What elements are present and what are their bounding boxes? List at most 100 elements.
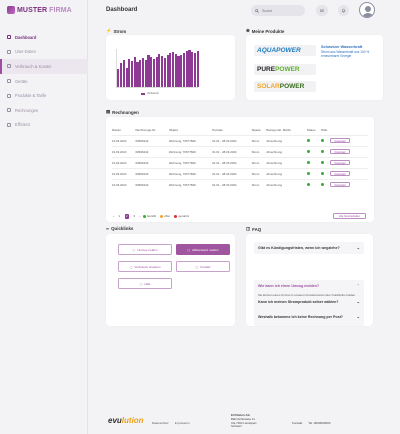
cell-nr: 00996442 bbox=[135, 167, 169, 179]
sidebar-item-verbrauch-kosten[interactable]: Verbrauch & Kosten bbox=[0, 59, 88, 74]
help-icon[interactable] bbox=[320, 139, 324, 142]
page-number[interactable]: 3 bbox=[132, 214, 137, 219]
download-button[interactable]: Download bbox=[329, 182, 350, 188]
column-header[interactable]: Datum bbox=[112, 125, 135, 135]
faq-question: Gibt es Kündigungsfristen, wenn ich wegz… bbox=[258, 246, 340, 250]
sidebar-item-effizienz[interactable]: Effizienz bbox=[0, 118, 88, 133]
legend-label: Verbrauch bbox=[147, 92, 159, 95]
page-number[interactable]: 1 bbox=[117, 214, 122, 219]
column-header[interactable]: Hilfe bbox=[321, 125, 368, 135]
solar-a: SOLAR bbox=[257, 83, 280, 90]
column-header[interactable]: Periode bbox=[212, 125, 251, 135]
sidebar-item-user-daten[interactable]: User-Daten bbox=[0, 45, 88, 60]
footer-link-imprint[interactable]: Impressum bbox=[175, 421, 190, 425]
search-placeholder: Suche bbox=[262, 8, 273, 13]
product-note: Schweizer Wasserkraft Strom aus Wasserkr… bbox=[321, 45, 373, 58]
status-dot bbox=[306, 138, 310, 142]
status-legend-item: gemahnt bbox=[174, 214, 189, 218]
quicklink-label: Hilfe bbox=[144, 281, 151, 286]
column-header[interactable]: Rechnungs-Nr. bbox=[135, 125, 168, 135]
faq-open-question: Wie kann ich einen Umzug melden? bbox=[258, 284, 320, 288]
table-row: 19.03.2024 00996442 Wohnung, 70677849 01.01… bbox=[112, 134, 368, 146]
nav-icon bbox=[7, 49, 11, 54]
notification-button[interactable] bbox=[338, 5, 349, 16]
quicklink-button[interactable]: ▢ Verbrauch ansehen bbox=[118, 261, 172, 272]
page-number[interactable]: 2 bbox=[124, 214, 129, 219]
status-dot bbox=[174, 214, 178, 218]
faq-card: Gibt es Kündigungsfristen, wenn ich wegz… bbox=[246, 234, 373, 326]
sidebar-nav: Dashboard User-Daten Verbrauch & Kosten Ger… bbox=[0, 30, 88, 132]
prev-page-button[interactable]: ‹ bbox=[113, 214, 114, 218]
cell-obj: Wohnung, 70677849 bbox=[168, 134, 213, 146]
quicklink-button[interactable]: ▢ Hilfe bbox=[118, 278, 172, 289]
brand-logo[interactable]: MUSTER FIRMA bbox=[7, 6, 72, 14]
download-button[interactable]: Download bbox=[329, 171, 350, 176]
quicklink-icon: ▢ bbox=[139, 281, 143, 286]
nav-icon bbox=[7, 79, 11, 84]
faq-item[interactable]: Gibt es Kündigungsfristen, wenn ich wegz… bbox=[254, 242, 364, 254]
table-row: 19.03.2024 00996442 Wohnung, 70677849 01.01… bbox=[112, 178, 368, 190]
footer-logo-b: lution bbox=[121, 416, 144, 425]
search-input[interactable]: Suche bbox=[251, 5, 305, 16]
products-title: Meine Produkte bbox=[251, 28, 285, 34]
cell-sparte: Strom bbox=[251, 134, 267, 146]
cell-amount: Abrechnung bbox=[266, 178, 307, 190]
pure-b: POWER bbox=[275, 66, 300, 73]
help-icon[interactable] bbox=[320, 150, 324, 153]
next-page-button[interactable]: › bbox=[140, 214, 141, 218]
column-header[interactable]: Objekt bbox=[169, 125, 212, 135]
cell-amount: Abrechnung bbox=[266, 167, 307, 179]
quicklink-button[interactable]: ▢ Umzug melden bbox=[118, 244, 172, 255]
help-icon[interactable] bbox=[320, 161, 324, 164]
footer-contact-link[interactable]: Kontakt bbox=[292, 421, 302, 425]
sidebar-item-ger-te[interactable]: Geräte bbox=[0, 74, 88, 89]
nav-icon bbox=[7, 93, 11, 98]
download-all-button[interactable]: Alle herunterladen bbox=[333, 213, 366, 219]
sidebar-item-produkte-tarife[interactable]: Produkte & Tarife bbox=[0, 88, 88, 103]
strom-section-title: ⚡ Strom bbox=[106, 28, 126, 34]
cell-obj: Wohnung, 70677849 bbox=[168, 145, 213, 157]
sidebar-item-rechnungen[interactable]: Rechnungen bbox=[0, 103, 88, 118]
faq-item[interactable]: Weshalb bekomme ich keine Rechnung per P… bbox=[254, 311, 364, 323]
help-icon[interactable] bbox=[320, 172, 324, 175]
column-header[interactable]: Status bbox=[307, 125, 321, 135]
quicklink-button[interactable]: ▢ Kontakt bbox=[176, 261, 230, 272]
nav-icon bbox=[7, 35, 11, 40]
brand-light: FIRMA bbox=[49, 6, 72, 14]
faq-item[interactable]: Kann ich meinen Stromprodukt selber wähl… bbox=[254, 296, 364, 308]
aqua-b: POWER bbox=[276, 47, 301, 54]
search-icon bbox=[255, 8, 259, 13]
download-button[interactable]: Download bbox=[329, 149, 350, 154]
strom-legend: Verbrauch bbox=[141, 92, 159, 95]
product-aquapower[interactable]: AQUA POWER bbox=[254, 45, 316, 56]
document-icon: ▤ bbox=[106, 109, 111, 114]
avatar[interactable] bbox=[359, 2, 375, 18]
quicklink-button[interactable]: ▢ Zählerstand melden bbox=[176, 244, 230, 255]
product-purepower[interactable]: PURE POWER bbox=[254, 64, 316, 75]
download-button[interactable]: Download bbox=[329, 160, 350, 165]
cell-amount: Abrechnung bbox=[266, 134, 307, 146]
cell-obj: Wohnung, 70677849 bbox=[168, 167, 213, 179]
footer-logo[interactable]: evulution bbox=[108, 416, 144, 425]
faq-question: Weshalb bekomme ich keine Rechnung per P… bbox=[258, 315, 344, 319]
quicklink-label: Umzug melden bbox=[137, 247, 158, 252]
help-icon[interactable] bbox=[320, 183, 324, 187]
strom-card: Verbrauch bbox=[106, 35, 235, 100]
bolt-icon: ⚡ bbox=[106, 28, 112, 33]
cell-obj: Wohnung, 70677849 bbox=[168, 178, 213, 190]
chevron-down-icon: ⌄ bbox=[356, 245, 360, 250]
status-dot bbox=[306, 149, 310, 153]
invoices-card: Datum Rechnungs-Nr. Objekt Periode Sparte Bet… bbox=[106, 117, 374, 222]
status-legend: bezahlt offen gemahnt bbox=[143, 214, 189, 218]
help-icon: ◫ bbox=[246, 226, 251, 231]
download-button[interactable]: Download bbox=[329, 138, 350, 143]
chevron-up-icon: ⌃ bbox=[356, 283, 360, 288]
column-header[interactable]: Betrag inkl. MwSt. bbox=[266, 125, 306, 135]
sidebar-item-dashboard[interactable]: Dashboard bbox=[0, 30, 88, 45]
faq-title: FAQ bbox=[252, 226, 262, 232]
footer-link-privacy[interactable]: Datenschutz bbox=[152, 421, 169, 425]
language-switch[interactable]: DE bbox=[316, 5, 328, 16]
column-header[interactable]: Sparte bbox=[252, 125, 267, 135]
product-solarpower[interactable]: SOLAR POWER bbox=[254, 81, 316, 92]
table-row: 19.03.2024 00996442 Wohnung, 70677849 01.01… bbox=[112, 167, 368, 179]
